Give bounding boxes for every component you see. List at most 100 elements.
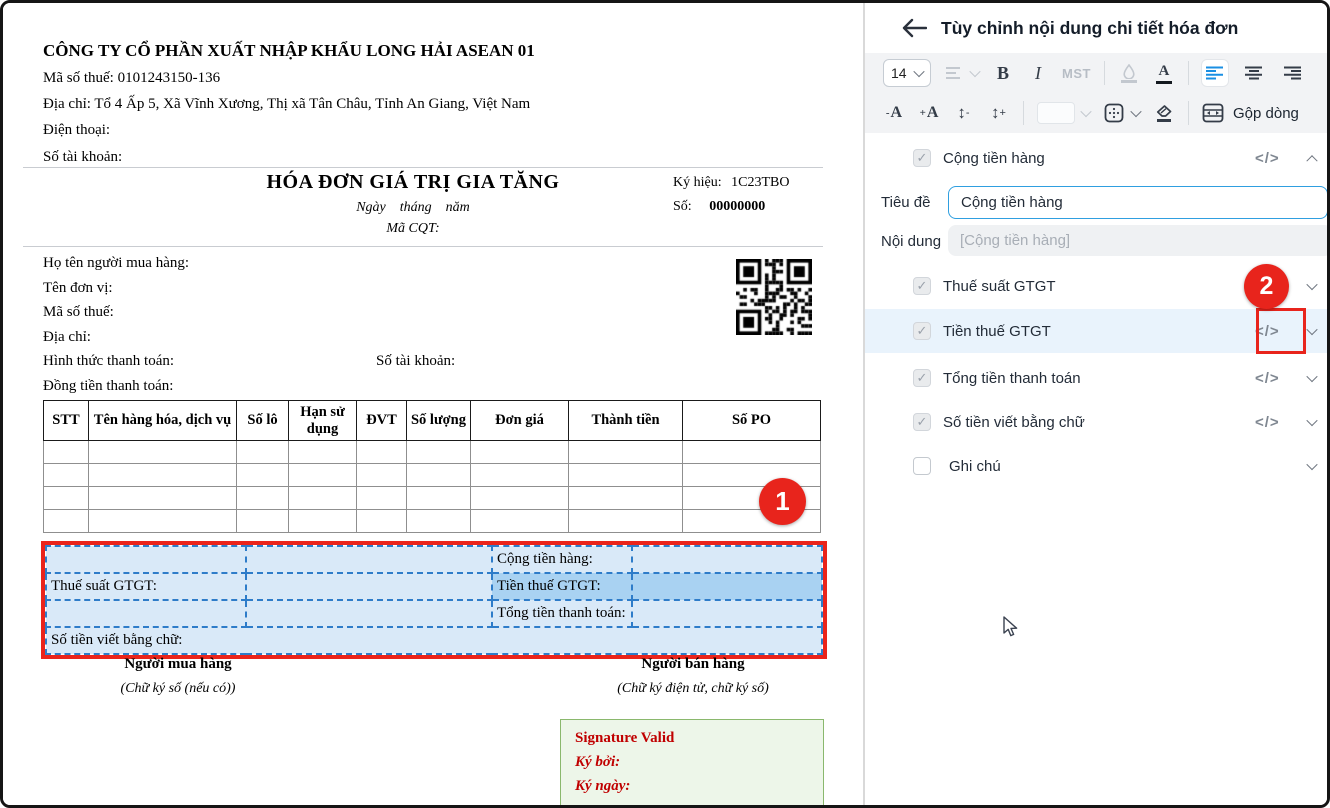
code-icon[interactable]: </> bbox=[1255, 370, 1280, 387]
decrease-font-icon[interactable]: -A bbox=[883, 100, 905, 126]
toolbar-divider bbox=[1188, 61, 1189, 85]
tien-thue-label[interactable]: Tiền thuế GTGT: bbox=[492, 573, 632, 600]
increase-lineheight-icon[interactable]: ↕+ bbox=[988, 100, 1010, 126]
table-empty-row bbox=[44, 441, 821, 464]
totals-row-cong-tien[interactable]: Cộng tiền hàng: bbox=[46, 546, 822, 573]
decrease-lineheight-icon[interactable]: ↕- bbox=[953, 100, 975, 126]
content-input[interactable] bbox=[948, 225, 1330, 256]
col-thanh-tien: Thành tiền bbox=[569, 401, 683, 441]
chevron-down-icon[interactable] bbox=[1306, 279, 1317, 290]
totals-highlight-region[interactable]: Cộng tiền hàng: Thuế suất GTGT: Tiền thu… bbox=[41, 541, 827, 659]
format-toolbar: 14 B I MST A bbox=[865, 53, 1330, 133]
increase-font-icon[interactable]: +A bbox=[918, 100, 940, 126]
back-icon[interactable] bbox=[901, 18, 927, 38]
checkbox-checked-icon[interactable]: ✓ bbox=[913, 413, 931, 431]
font-size-select[interactable]: 14 bbox=[883, 59, 931, 87]
code-icon[interactable]: </> bbox=[1255, 414, 1280, 431]
col-so-luong: Số lượng bbox=[407, 401, 471, 441]
buyer-unit-label: Tên đơn vị: bbox=[43, 280, 113, 297]
signed-date-label: Ký ngày: bbox=[575, 778, 809, 795]
code-icon[interactable]: </> bbox=[1255, 150, 1280, 167]
company-account: Số tài khoản: bbox=[43, 149, 122, 166]
buyer-currency-label: Đồng tiền thanh toán: bbox=[43, 378, 173, 395]
signature-valid-text: Signature Valid bbox=[575, 730, 809, 747]
thue-suat-label[interactable]: Thuế suất GTGT: bbox=[46, 573, 246, 600]
checkbox-unchecked-icon[interactable] bbox=[913, 457, 931, 475]
fill-color-swatch[interactable] bbox=[1037, 100, 1075, 126]
list-item-cong-tien-hang[interactable]: ✓ Cộng tiền hàng </> bbox=[865, 137, 1330, 179]
title-field-row: Tiêu đề bbox=[865, 186, 1330, 220]
company-address: Địa chỉ: Tổ 4 Ấp 5, Xã Vĩnh Xương, Thị x… bbox=[43, 96, 530, 113]
border-style-icon[interactable] bbox=[1103, 100, 1125, 126]
chevron-down-icon[interactable] bbox=[1306, 459, 1317, 470]
annotation-badge-1: 1 bbox=[759, 478, 806, 525]
totals-row-so-tien-chu[interactable]: Số tiền viết bằng chữ: bbox=[46, 627, 822, 654]
chevron-down-icon[interactable] bbox=[1306, 324, 1317, 335]
title-field-label: Tiêu đề bbox=[881, 194, 930, 211]
col-so-lo: Số lô bbox=[237, 401, 289, 441]
content-field-label: Nội dung bbox=[881, 233, 941, 250]
checkbox-checked-icon[interactable]: ✓ bbox=[913, 277, 931, 295]
buyer-name-label: Họ tên người mua hàng: bbox=[43, 255, 189, 272]
invoice-cqt-label: Mã CQT: bbox=[173, 221, 653, 237]
totals-row-tong-tien[interactable]: Tổng tiền thanh toán: bbox=[46, 600, 822, 627]
tong-tien-label[interactable]: Tổng tiền thanh toán: bbox=[492, 600, 632, 627]
invoice-title: HÓA ĐƠN GIÁ TRỊ GIA TĂNG bbox=[173, 171, 653, 194]
panel-title: Tùy chỉnh nội dung chi tiết hóa đơn bbox=[941, 18, 1238, 39]
merge-rows-label[interactable]: Gộp dòng bbox=[1233, 105, 1299, 122]
col-han-su-dung: Hạn sử dụng bbox=[289, 401, 357, 441]
mouse-cursor bbox=[1002, 616, 1021, 638]
buyer-payment-label: Hình thức thanh toán: Số tài khoản: bbox=[43, 353, 743, 370]
chevron-up-icon[interactable] bbox=[1306, 155, 1317, 166]
align-left-button[interactable] bbox=[1202, 60, 1228, 86]
checkbox-checked-icon[interactable]: ✓ bbox=[913, 369, 931, 387]
checkbox-checked-icon[interactable]: ✓ bbox=[913, 322, 931, 340]
title-input[interactable] bbox=[948, 186, 1328, 219]
toolbar-divider bbox=[1023, 101, 1024, 125]
checkbox-checked-icon[interactable]: ✓ bbox=[913, 149, 931, 167]
col-so-po: Số PO bbox=[683, 401, 821, 441]
eraser-icon[interactable] bbox=[1153, 100, 1175, 126]
signature-valid-box: Signature Valid Ký bởi: Ký ngày: bbox=[560, 719, 824, 808]
totals-table: Cộng tiền hàng: Thuế suất GTGT: Tiền thu… bbox=[45, 545, 823, 655]
highlight-color-icon[interactable] bbox=[1118, 60, 1140, 86]
line-items-table: STT Tên hàng hóa, dịch vụ Số lô Hạn sử d… bbox=[43, 400, 821, 533]
totals-row-thue[interactable]: Thuế suất GTGT: Tiền thuế GTGT: bbox=[46, 573, 822, 600]
invoice-date-line: Ngày tháng năm bbox=[173, 200, 653, 216]
align-right-button[interactable] bbox=[1280, 60, 1306, 86]
invoice-heading: HÓA ĐƠN GIÁ TRỊ GIA TĂNG Ngày tháng năm … bbox=[173, 171, 653, 237]
serial-label: Ký hiệu: bbox=[673, 175, 722, 190]
line-style-chevron-icon[interactable] bbox=[969, 66, 980, 77]
chevron-down-icon[interactable] bbox=[1306, 415, 1317, 426]
line-style-icon[interactable] bbox=[944, 60, 966, 86]
align-center-button[interactable] bbox=[1241, 60, 1267, 86]
signed-by-label: Ký bởi: bbox=[575, 754, 809, 771]
cong-tien-hang-label[interactable]: Cộng tiền hàng: bbox=[492, 546, 632, 573]
col-stt: STT bbox=[44, 401, 89, 441]
table-empty-row bbox=[44, 487, 821, 510]
merge-rows-icon[interactable] bbox=[1202, 100, 1224, 126]
chevron-down-icon[interactable] bbox=[1306, 371, 1317, 382]
border-style-chevron-icon[interactable] bbox=[1130, 106, 1141, 117]
buyer-account-label: Số tài khoản: bbox=[376, 353, 455, 370]
fill-color-chevron-icon[interactable] bbox=[1080, 106, 1091, 117]
font-color-icon[interactable]: A bbox=[1153, 60, 1175, 86]
col-ten-hang: Tên hàng hóa, dịch vụ bbox=[89, 401, 237, 441]
qr-code bbox=[736, 259, 812, 335]
company-tax-code: Mã số thuế: 0101243150-136 bbox=[43, 70, 220, 87]
list-item-ghi-chu[interactable]: Ghi chú bbox=[865, 445, 1330, 487]
divider-line bbox=[23, 246, 823, 247]
list-item-tong-tien[interactable]: ✓ Tổng tiền thanh toán </> bbox=[865, 357, 1330, 399]
list-item-so-tien-chu[interactable]: ✓ Số tiền viết bằng chữ </> bbox=[865, 401, 1330, 443]
annotation-badge-2: 2 bbox=[1244, 264, 1289, 309]
company-name: CÔNG TY CỔ PHẦN XUẤT NHẬP KHẨU LONG HẢI … bbox=[43, 41, 535, 61]
italic-button[interactable]: I bbox=[1027, 60, 1049, 86]
content-field-row: Nội dung bbox=[865, 225, 1330, 257]
buyer-address-label: Địa chỉ: bbox=[43, 329, 91, 346]
company-phone: Điện thoại: bbox=[43, 122, 110, 139]
table-header-row: STT Tên hàng hóa, dịch vụ Số lô Hạn sử d… bbox=[44, 401, 821, 441]
mst-button[interactable]: MST bbox=[1062, 60, 1091, 86]
bold-button[interactable]: B bbox=[992, 60, 1014, 86]
customize-panel: Tùy chỉnh nội dung chi tiết hóa đơn 14 B… bbox=[863, 3, 1330, 805]
so-tien-chu-label[interactable]: Số tiền viết bằng chữ: bbox=[46, 627, 822, 654]
